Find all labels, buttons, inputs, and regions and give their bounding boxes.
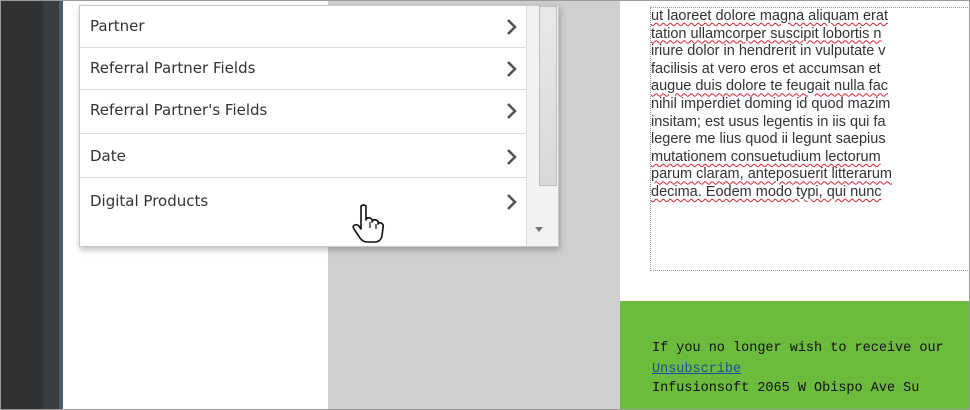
email-text: decima. Eodem modo typi, qui nunc — [651, 183, 882, 200]
email-text: ut laoreet dolore magna aliquam erat — [651, 8, 888, 24]
menu-item-referral-partners-fields[interactable]: Referral Partner's Fields — [80, 90, 526, 134]
menu-item-referral-partner-fields[interactable]: Referral Partner Fields — [80, 48, 526, 90]
scrollbar-thumb[interactable] — [539, 6, 557, 186]
menu-item-label: Partner — [90, 17, 145, 35]
email-text-line: facilisis at vero eros et accumsan et — [651, 60, 969, 79]
app-frame: ut laoreet dolore magna aliquam erat tat… — [0, 0, 970, 410]
email-text-line: nihil imperdiet doming id quod mazim — [651, 95, 969, 114]
email-preview: ut laoreet dolore magna aliquam erat tat… — [620, 1, 969, 409]
unsubscribe-link[interactable]: Unsubscribe — [652, 362, 741, 377]
email-text: augue duis dolore te feugait nulla fac — [651, 78, 889, 95]
email-text: legere me lius quod ii legunt saepius — [651, 131, 886, 148]
menu-item-partner[interactable]: Partner — [80, 6, 526, 48]
email-text-line: decima. Eodem modo typi, qui nunc — [651, 183, 969, 202]
email-text-block[interactable]: ut laoreet dolore magna aliquam erat tat… — [650, 7, 969, 271]
email-text: iriure dolor in hendrerit in vulputate v — [651, 43, 886, 60]
email-footer: If you no longer wish to receive our Uns… — [620, 301, 969, 409]
email-text-line: iriure dolor in hendrerit in vulputate v — [651, 43, 969, 61]
email-text: nihil imperdiet doming id quod mazim — [651, 95, 891, 112]
email-text-line: ut laoreet dolore magna aliquam erat — [651, 8, 969, 26]
left-sidebar — [1, 1, 59, 409]
menu-scrollbar[interactable] — [526, 6, 558, 246]
email-text-line: parum claram, anteposuerit litterarum — [651, 166, 969, 184]
merge-field-dropdown: Partner Referral Partner Fields Referral… — [79, 5, 559, 247]
email-text: parum claram, anteposuerit litterarum — [651, 166, 892, 183]
email-body: ut laoreet dolore magna aliquam erat tat… — [620, 1, 969, 301]
chevron-right-icon — [507, 19, 517, 35]
chevron-right-icon — [507, 61, 517, 77]
email-text-line: legere me lius quod ii legunt saepius — [651, 131, 969, 149]
email-text: facilisis at vero eros et accumsan et — [651, 60, 881, 77]
email-text: tation ullamcorper suscipit lobortis n — [651, 25, 882, 42]
email-text: mutationem consuetudium lectorum — [651, 148, 881, 165]
menu-item-digital-products[interactable]: Digital Products — [80, 178, 526, 222]
email-text-line: insitam; est usus legentis in iis qui fa — [651, 113, 969, 132]
menu-item-label: Referral Partner's Fields — [90, 101, 268, 119]
menu-item-label: Referral Partner Fields — [90, 59, 256, 77]
sidebar-edge — [43, 1, 59, 409]
scroll-down-arrow-icon[interactable] — [535, 227, 543, 232]
company-address: Infusionsoft 2065 W Obispo Ave Su — [652, 381, 920, 396]
email-text-line: tation ullamcorper suscipit lobortis n — [651, 25, 969, 44]
unsubscribe-notice: If you no longer wish to receive our — [652, 341, 944, 356]
menu-item-label: Date — [90, 147, 126, 165]
email-text-line: mutationem consuetudium lectorum — [651, 148, 969, 167]
chevron-right-icon — [507, 194, 517, 210]
hand-pointer-cursor-icon — [352, 204, 385, 243]
email-text-line: augue duis dolore te feugait nulla fac — [651, 78, 969, 96]
chevron-right-icon — [507, 103, 517, 119]
email-text: insitam; est usus legentis in iis qui fa — [651, 113, 886, 130]
menu-item-label: Digital Products — [90, 192, 209, 210]
menu-item-date[interactable]: Date — [80, 134, 526, 178]
chevron-right-icon — [507, 149, 517, 165]
